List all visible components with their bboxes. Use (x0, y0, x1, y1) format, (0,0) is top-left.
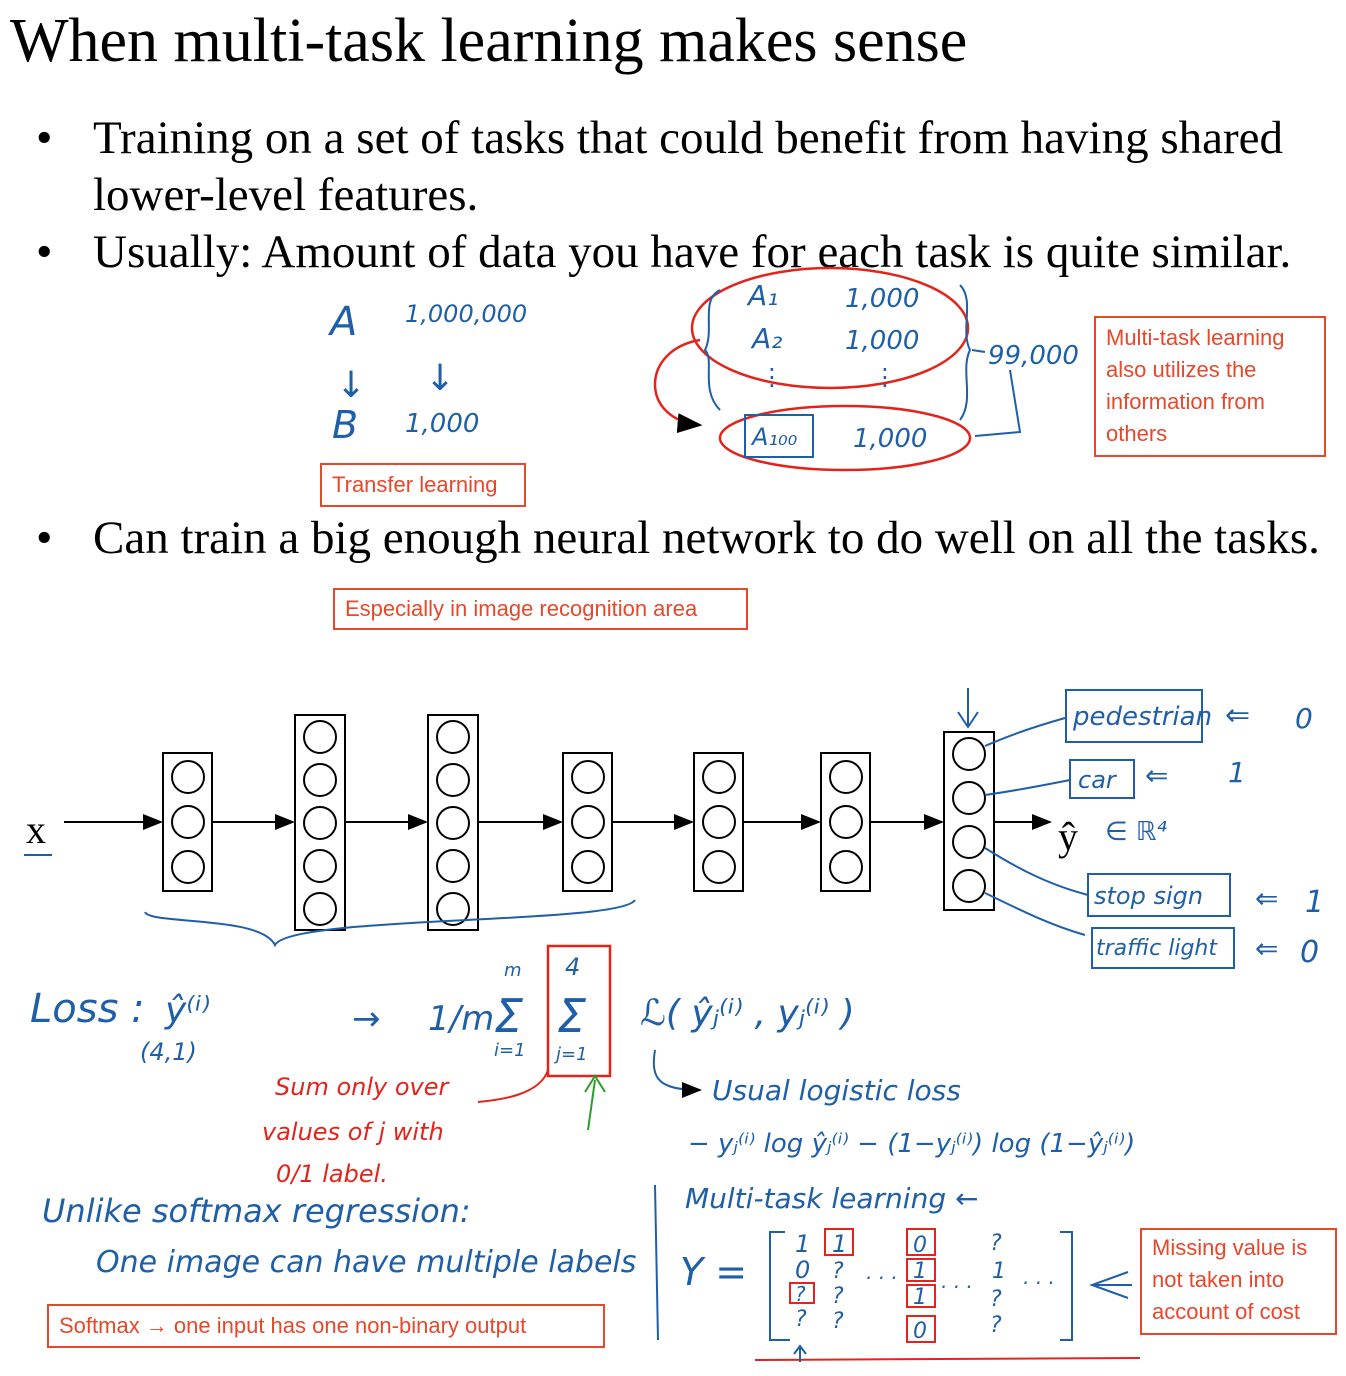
matrix-cell: ? (795, 1282, 806, 1306)
matrix-cell: ? (990, 1287, 1002, 1312)
output-yhat: ŷ (1058, 814, 1078, 859)
sum-note-line: Sum only over (275, 1073, 451, 1101)
matrix-cell: ? (832, 1284, 844, 1309)
task-a2-count: 1,000 (845, 326, 919, 356)
output-space: ∈ ℝ⁴ (1105, 817, 1168, 847)
sum-j: Σ (557, 989, 586, 1043)
sum-i-bottom: i=1 (494, 1040, 526, 1061)
matrix-cell: ? (832, 1259, 844, 1284)
sum-i: Σ (494, 989, 523, 1043)
svg-text:⋮: ⋮ (873, 363, 897, 391)
svg-text:⇐: ⇐ (1255, 932, 1278, 965)
matrix-title: Multi-task learning ← (685, 1182, 978, 1215)
label-car: car (1078, 766, 1118, 794)
loss-shape: (4,1) (140, 1038, 197, 1066)
usual-loss-label: Usual logistic loss (712, 1074, 961, 1107)
down-arrow-icon: ↓ (336, 365, 366, 406)
label-stop-sign: stop sign (1094, 882, 1203, 910)
svg-text:⋮: ⋮ (760, 363, 784, 391)
total-count: 99,000 (988, 341, 1079, 371)
matrix-dots: · · · (940, 1275, 972, 1299)
matrix-dots: · · · (1022, 1271, 1054, 1295)
multitask-sketch: A₁ 1,000 A₂ 1,000 ⋮ ⋮ A₁₀₀ 1,000 99,000 (653, 266, 1079, 472)
label-value: 0 (1300, 935, 1319, 970)
annotation-canvas: A 1,000,000 ↓ ↓ B 1,000 A₁ 1,000 A₂ 1,00… (24, 266, 1324, 1362)
tasks-ellipse (690, 266, 970, 390)
sum-j-bottom: j=1 (553, 1044, 588, 1065)
label-matrix: Multi-task learning ← Y = 1 0 ? ? 1 ? ? … (680, 1182, 1141, 1362)
sum-note-line: 0/1 label. (276, 1160, 388, 1188)
logistic-formula: − yⱼ⁽ⁱ⁾ log ŷⱼ⁽ⁱ⁾ − (1−yⱼ⁽ⁱ⁾) log (1−ŷⱼ⁽… (688, 1129, 1135, 1159)
task-a1-label: A₁ (746, 279, 778, 312)
matrix-cell: 0 (913, 1319, 927, 1344)
matrix-cell: ? (795, 1307, 807, 1332)
loss-yhat: ŷ⁽ⁱ⁾ (164, 990, 210, 1031)
task-a100-label: A₁₀₀ (750, 423, 798, 451)
matrix-cell: 1 (992, 1259, 1006, 1284)
task-b-count: 1,000 (405, 409, 479, 439)
formula-fraction: 1/m (428, 999, 494, 1039)
transfer-sketch: A 1,000,000 ↓ ↓ B 1,000 (327, 299, 527, 447)
softmax-line: Unlike softmax regression: (42, 1192, 471, 1230)
matrix-dots: · · · (865, 1266, 897, 1290)
matrix-y: Y = (680, 1250, 747, 1294)
loss-label: Loss : (30, 986, 145, 1032)
label-value: 1 (1305, 885, 1324, 920)
sum-j-top: 4 (565, 953, 580, 981)
matrix-cell: 0 (913, 1233, 927, 1258)
sum-i-top: m (504, 960, 522, 981)
svg-text:⇐: ⇐ (1255, 882, 1278, 915)
svg-text:⇐: ⇐ (1225, 698, 1250, 733)
task-a-count: 1,000,000 (405, 300, 527, 328)
input-x: x (26, 807, 46, 852)
formula-arrow: → (352, 999, 381, 1039)
task-b-label: B (332, 403, 358, 447)
matrix-cell: 1 (832, 1230, 847, 1258)
matrix-cell: 0 (795, 1256, 810, 1284)
label-value: 0 (1295, 702, 1313, 735)
matrix-cell: 1 (913, 1259, 927, 1284)
softmax-comparison: Unlike softmax regression: One image can… (42, 1184, 659, 1341)
matrix-cell: ? (990, 1313, 1002, 1338)
down-arrow-icon: ↓ (425, 358, 455, 399)
softmax-line: One image can have multiple labels (96, 1245, 636, 1280)
matrix-cell: 1 (913, 1285, 927, 1310)
task-a2-label: A₂ (750, 322, 782, 355)
task-a1-count: 1,000 (845, 284, 919, 314)
matrix-cell: ? (990, 1231, 1002, 1256)
label-value: 1 (1228, 756, 1246, 789)
svg-text:⇐: ⇐ (1145, 759, 1168, 792)
matrix-cell: 1 (795, 1230, 810, 1258)
matrix-cell: ? (832, 1309, 844, 1334)
label-pedestrian: pedestrian (1072, 702, 1212, 732)
sum-note-line: values of j with (262, 1118, 444, 1146)
task-a-label: A (327, 299, 357, 345)
label-traffic-light: traffic light (1096, 936, 1218, 961)
loss-term: ℒ( ŷⱼ⁽ⁱ⁾ , yⱼ⁽ⁱ⁾ ) (640, 993, 855, 1034)
neural-network (64, 714, 1052, 931)
task-a100-count: 1,000 (853, 424, 927, 454)
loss-section: Loss : ŷ⁽ⁱ⁾ (4,1) → 1/m Σ m i=1 4 Σ j=1 … (30, 944, 1135, 1188)
